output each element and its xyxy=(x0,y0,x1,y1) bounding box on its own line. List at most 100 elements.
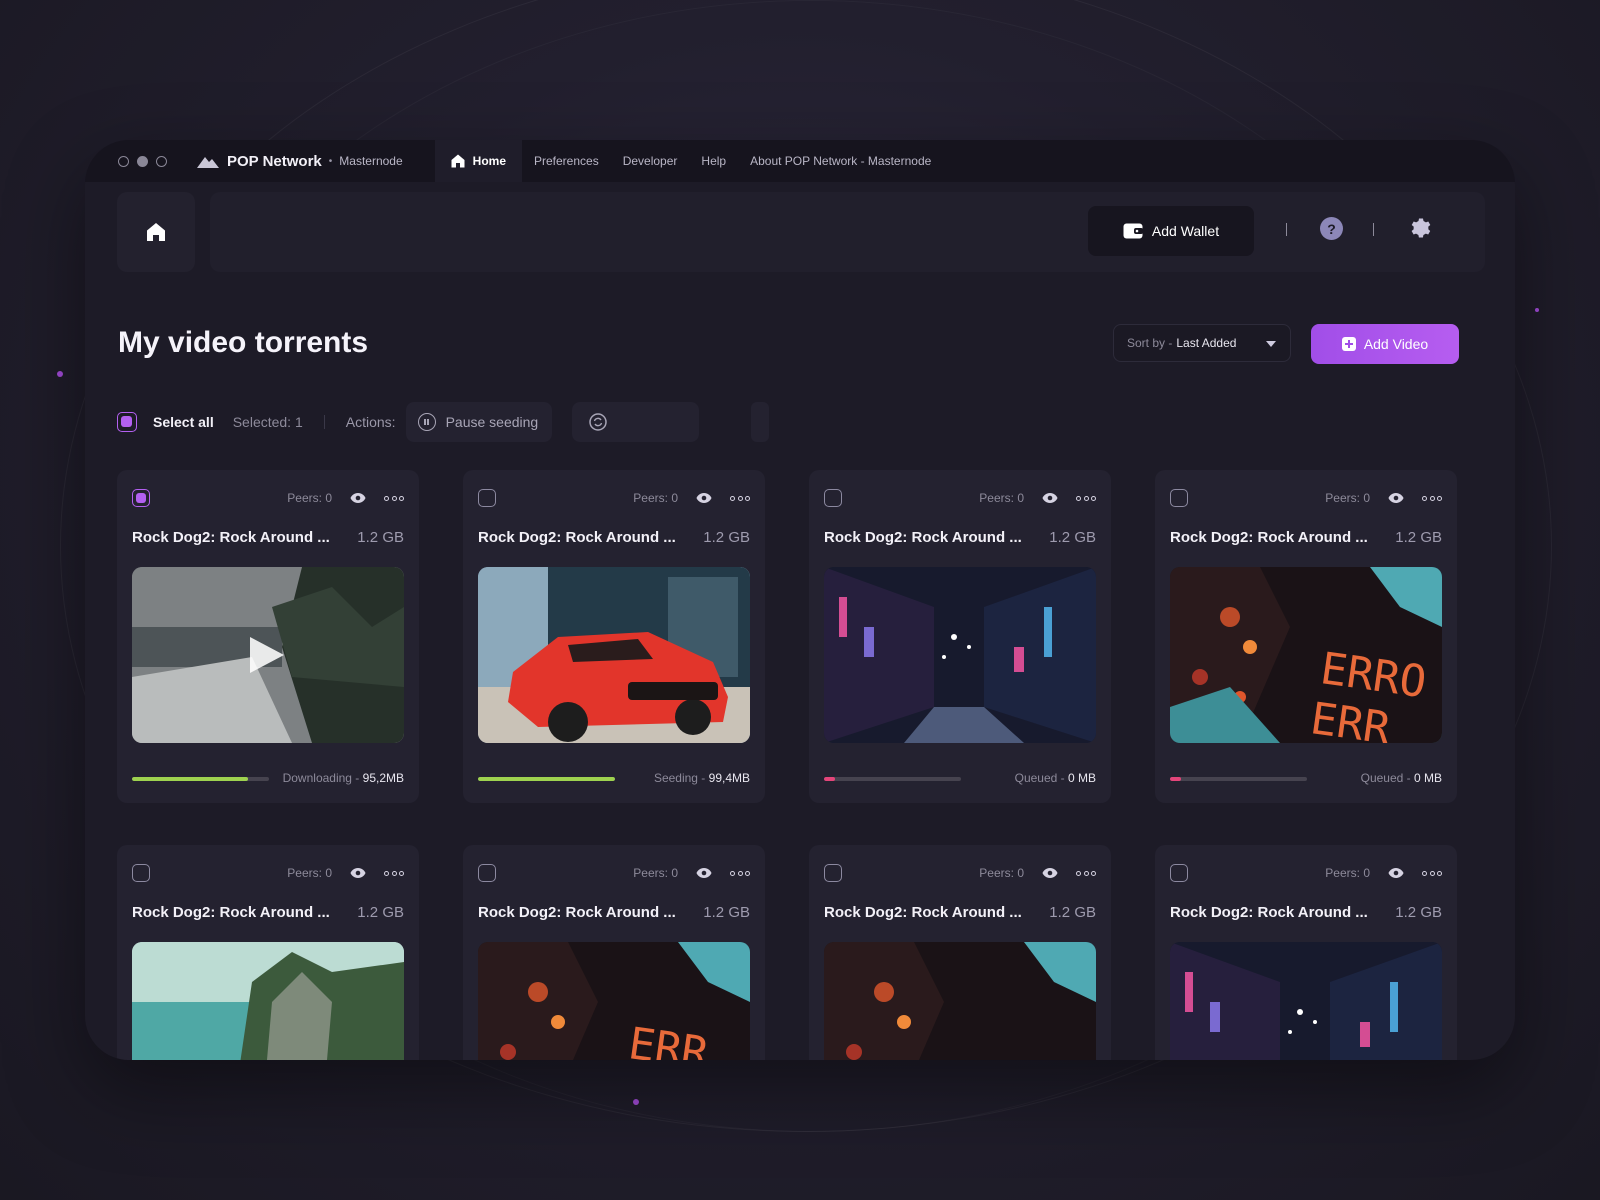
window-maximize-button[interactable] xyxy=(156,155,167,167)
status-label: Seeding - xyxy=(653,771,709,785)
background-dot xyxy=(57,371,63,377)
more-options-icon[interactable] xyxy=(1422,868,1442,878)
pause-seeding-label: Pause seeding xyxy=(445,414,539,430)
card-checkbox[interactable] xyxy=(132,489,150,507)
nav-home[interactable]: Home xyxy=(434,140,522,182)
sync-icon xyxy=(589,413,607,431)
eye-icon[interactable] xyxy=(696,867,712,879)
torrent-title: Rock Dog2: Rock Around ... xyxy=(824,529,1022,546)
window-close-button[interactable] xyxy=(118,155,129,167)
progress-fill xyxy=(824,777,835,781)
eye-icon[interactable] xyxy=(350,492,366,504)
add-wallet-button[interactable]: Add Wallet xyxy=(1088,206,1254,256)
nav-preferences[interactable]: Preferences xyxy=(522,140,611,182)
torrent-card[interactable]: Peers: 0 Rock Dog2: Rock Around ... 1.2 GB xyxy=(1155,845,1457,1060)
video-thumbnail[interactable]: ERRO ERR xyxy=(1170,567,1442,743)
peers-count: Peers: 0 xyxy=(979,866,1024,880)
video-thumbnail[interactable] xyxy=(132,567,404,743)
torrent-status: Downloading - 95,2MB xyxy=(283,771,404,785)
divider xyxy=(323,415,325,429)
peers-count: Peers: 0 xyxy=(1325,866,1370,880)
sort-dropdown[interactable]: Sort by - Last Added xyxy=(1113,324,1291,362)
card-checkbox[interactable] xyxy=(1170,489,1188,507)
torrent-title: Rock Dog2: Rock Around ... xyxy=(132,904,330,921)
peers-count: Peers: 0 xyxy=(633,866,678,880)
card-header: Peers: 0 xyxy=(132,863,404,883)
card-checkbox[interactable] xyxy=(1170,864,1188,882)
card-checkbox[interactable] xyxy=(132,864,150,882)
video-thumbnail[interactable] xyxy=(824,567,1096,743)
error-screen-image xyxy=(824,942,1096,1060)
card-header: Peers: 0 xyxy=(478,488,750,508)
card-header: Peers: 0 xyxy=(1170,488,1442,508)
gear-icon[interactable] xyxy=(1407,216,1431,240)
video-thumbnail[interactable] xyxy=(824,942,1096,1060)
card-header: Peers: 0 xyxy=(824,863,1096,883)
progress-fill xyxy=(478,777,615,781)
more-options-icon[interactable] xyxy=(730,868,750,878)
error-screen-image: ERROERR xyxy=(1170,567,1442,743)
torrent-size: 1.2 GB xyxy=(1049,904,1096,921)
add-video-button[interactable]: Add Video xyxy=(1311,324,1459,364)
peers-count: Peers: 0 xyxy=(1325,491,1370,505)
home-icon xyxy=(451,154,465,168)
eye-icon[interactable] xyxy=(1042,867,1058,879)
video-thumbnail[interactable] xyxy=(1170,942,1442,1060)
help-icon[interactable]: ? xyxy=(1320,217,1343,240)
card-checkbox[interactable] xyxy=(478,864,496,882)
torrent-card[interactable]: Peers: 0 Rock Dog2: Rock Around ... 1.2 GB xyxy=(809,845,1111,1060)
more-options-icon[interactable] xyxy=(1076,493,1096,503)
nav-about[interactable]: About POP Network - Masternode xyxy=(738,140,943,182)
home-button[interactable] xyxy=(117,192,195,272)
eye-icon[interactable] xyxy=(696,492,712,504)
more-options-icon[interactable] xyxy=(384,493,404,503)
card-checkbox[interactable] xyxy=(824,489,842,507)
more-options-icon[interactable] xyxy=(1422,493,1442,503)
nav-help[interactable]: Help xyxy=(689,140,738,182)
red-car-image xyxy=(478,567,750,743)
eye-icon[interactable] xyxy=(350,867,366,879)
top-nav: Home Preferences Developer Help About PO… xyxy=(434,140,944,182)
brand-name: POP Network xyxy=(227,152,322,170)
eye-icon[interactable] xyxy=(1042,492,1058,504)
status-value: 0 MB xyxy=(1067,771,1096,785)
eye-icon[interactable] xyxy=(1388,492,1404,504)
sort-label: Sort by - xyxy=(1127,336,1173,350)
window-minimize-button[interactable] xyxy=(137,155,148,167)
divider xyxy=(1373,223,1374,236)
add-video-label: Add Video xyxy=(1363,336,1429,352)
torrent-card[interactable]: Peers: 0 Rock Dog2: Rock Around ... 1.2 GB… xyxy=(463,845,765,1060)
torrent-card[interactable]: Peers: 0 Rock Dog2: Rock Around ... 1.2 GB… xyxy=(1155,470,1457,803)
torrent-card[interactable]: Peers: 0 Rock Dog2: Rock Around ... 1.2 GB xyxy=(117,845,419,1060)
action-button[interactable] xyxy=(751,402,770,442)
more-options-icon[interactable] xyxy=(730,493,750,503)
status-label: Queued - xyxy=(1360,771,1414,785)
card-checkbox[interactable] xyxy=(478,489,496,507)
more-options-icon[interactable] xyxy=(384,868,404,878)
torrent-card[interactable]: Peers: 0 Rock Dog2: Rock Around ... 1.2 GB… xyxy=(463,470,765,803)
video-thumbnail[interactable] xyxy=(132,942,404,1060)
card-header: Peers: 0 xyxy=(1170,863,1442,883)
torrent-card[interactable]: Peers: 0 Rock Dog2: Rock Around ... 1.2 GB… xyxy=(809,470,1111,803)
card-header: Peers: 0 xyxy=(132,488,404,508)
torrent-size: 1.2 GB xyxy=(703,904,750,921)
sort-value: Last Added xyxy=(1176,336,1237,350)
torrent-size: 1.2 GB xyxy=(357,904,404,921)
eye-icon[interactable] xyxy=(1388,867,1404,879)
torrent-card[interactable]: Peers: 0 Rock Dog2: Rock Around ... 1.2 GB… xyxy=(117,470,419,803)
wallet-icon xyxy=(1123,223,1143,239)
pause-seeding-button[interactable]: Pause seeding xyxy=(405,402,553,442)
select-all-label[interactable]: Select all xyxy=(153,414,214,430)
torrent-size: 1.2 GB xyxy=(1395,904,1442,921)
pause-icon xyxy=(417,413,436,431)
sync-button[interactable] xyxy=(572,402,700,442)
torrent-size: 1.2 GB xyxy=(1049,529,1096,546)
nav-developer[interactable]: Developer xyxy=(611,140,690,182)
torrent-title: Rock Dog2: Rock Around ... xyxy=(132,529,330,546)
background-dot xyxy=(633,1099,639,1105)
video-thumbnail[interactable] xyxy=(478,567,750,743)
select-all-checkbox[interactable] xyxy=(117,412,137,432)
card-checkbox[interactable] xyxy=(824,864,842,882)
video-thumbnail[interactable]: ERRERR xyxy=(478,942,750,1060)
more-options-icon[interactable] xyxy=(1076,868,1096,878)
